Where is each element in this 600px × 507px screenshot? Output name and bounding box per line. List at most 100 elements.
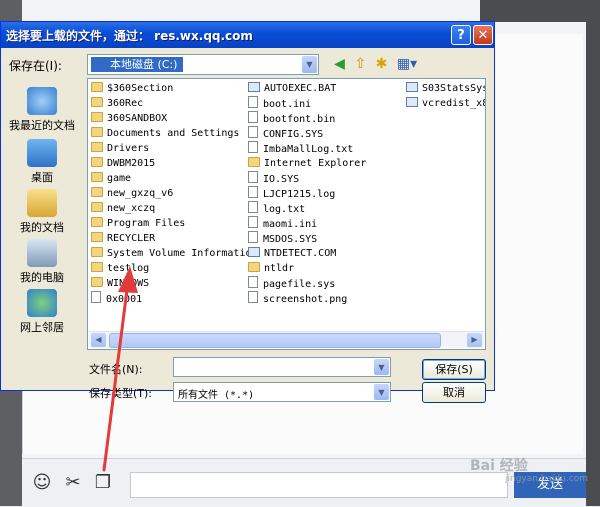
file-item[interactable]: vcredist_x86 [406,96,485,111]
file-name: boot.ini [263,99,312,110]
file-item[interactable]: $360Section [91,81,258,96]
save-in-dropdown[interactable]: 本地磁盘 (C:) ▼ [87,54,319,75]
watermark-sub: jingyan.baidu.com [505,474,589,484]
folder-icon [248,262,260,272]
file-item[interactable]: game [91,171,258,186]
file-item[interactable]: Drivers [91,141,258,156]
file-item[interactable]: NTDETECT.COM [248,246,366,261]
file-name: 360Rec [107,98,144,109]
scroll-right-icon[interactable]: ▶ [467,333,482,347]
file-item[interactable]: Documents and Settings [91,126,258,141]
file-item[interactable]: ntldr [248,261,366,276]
file-name: 0x0001 [106,294,143,305]
place-my-computer[interactable]: 我的电脑 [5,239,79,285]
file-icon [248,231,258,243]
file-column-1: $360Section 360Rec 360SANDBOX Documents and… [91,81,258,306]
file-item[interactable]: screenshot.png [248,291,366,306]
filename-input[interactable]: ▼ [173,357,391,377]
file-item[interactable]: MSDOS.SYS [248,231,366,246]
scrollbar-thumb[interactable] [109,333,441,348]
desktop-icon [27,139,57,167]
place-my-documents[interactable]: 我的文档 [5,189,79,235]
file-item[interactable]: LJCP1215.log [248,186,366,201]
file-item[interactable]: Internet Explorer [248,156,366,171]
file-name: CONFIG.SYS [263,129,324,140]
place-desktop[interactable]: 桌面 [5,139,79,185]
file-name: WINDOWS [107,278,150,289]
scroll-left-icon[interactable]: ◀ [91,333,106,347]
chevron-down-icon[interactable]: ▼ [302,56,317,73]
chat-input[interactable] [130,472,508,498]
view-menu-icon[interactable]: ▦▾ [396,56,418,73]
file-icon [406,82,418,92]
file-item[interactable]: boot.ini [248,96,366,111]
window-icon[interactable]: ❐ [92,472,114,494]
screenshot-icon[interactable]: ✂ [62,472,84,494]
file-icon [248,201,258,213]
file-item[interactable]: bootfont.bin [248,111,366,126]
smile-icon[interactable]: ☺ [31,472,53,494]
cancel-button[interactable]: 取消 [422,382,486,403]
file-name: RECYCLER [107,233,156,244]
file-item[interactable]: CONFIG.SYS [248,126,366,141]
new-folder-icon[interactable]: ✱ [373,56,390,73]
place-recent[interactable]: 我最近的文档 [5,87,79,133]
file-icon [406,97,418,107]
file-item[interactable]: AUTOEXEC.BAT [248,81,366,96]
file-column-3: S03StatsSyst vcredist_x86 [406,81,485,111]
up-folder-icon[interactable]: ⇧ [352,56,369,73]
place-label: 桌面 [31,171,53,184]
back-icon[interactable]: ◀ [331,56,348,73]
file-list[interactable]: $360Section 360Rec 360SANDBOX Documents and… [87,78,486,350]
file-item[interactable]: log.txt [248,201,366,216]
folder-icon [91,232,103,242]
file-name: game [107,173,132,184]
file-icon [248,82,260,92]
file-name: testlog [107,263,150,274]
my-computer-icon [27,239,57,267]
file-item[interactable]: new_gxzq_v6 [91,186,258,201]
file-item[interactable]: System Volume Information [91,246,258,261]
folder-icon [91,97,103,107]
filename-label: 文件名(N): [89,363,143,376]
folder-icon [91,157,103,167]
place-label: 我最近的文档 [9,119,75,132]
file-column-2: AUTOEXEC.BAT boot.ini bootfont.bin CONFIG.S… [248,81,366,306]
file-item[interactable]: Program Files [91,216,258,231]
file-name: MSDOS.SYS [263,234,318,245]
file-name: DWBM2015 [107,158,156,169]
horizontal-scrollbar[interactable]: ◀ ▶ [89,331,484,348]
file-item[interactable]: WINDOWS [91,276,258,291]
file-name: vcredist_x86 [422,98,485,109]
file-item[interactable]: testlog [91,261,258,276]
file-item[interactable]: ImbaMallLog.txt [248,141,366,156]
file-name: maomi.ini [263,219,318,230]
file-item[interactable]: S03StatsSyst [406,81,485,96]
file-item[interactable]: IO.SYS [248,171,366,186]
folder-icon [91,202,103,212]
file-name: new_xczq [107,203,156,214]
folder-icon [91,142,103,152]
file-item[interactable]: RECYCLER [91,231,258,246]
chevron-down-icon[interactable]: ▼ [374,359,389,375]
close-button[interactable]: ✕ [473,25,493,45]
file-name: Drivers [107,143,150,154]
file-icon [248,216,258,228]
chevron-down-icon[interactable]: ▼ [374,384,389,400]
help-button[interactable]: ? [451,25,471,45]
file-name: 360SANDBOX [107,113,168,124]
place-network[interactable]: 网上邻居 [5,289,79,335]
dialog-titlebar[interactable]: 选择要上载的文件，通过： res.wx.qq.com ? ✕ [1,22,494,48]
file-item[interactable]: DWBM2015 [91,156,258,171]
file-item[interactable]: 360Rec [91,96,258,111]
file-item[interactable]: 360SANDBOX [91,111,258,126]
file-item[interactable]: 0x0001 [91,291,258,306]
save-in-selected: 本地磁盘 (C:) [91,57,183,72]
file-item[interactable]: new_xczq [91,201,258,216]
file-item[interactable]: pagefile.sys [248,276,366,291]
filetype-dropdown[interactable]: 所有文件 (*.*) ▼ [173,382,391,402]
upload-file-dialog: 选择要上载的文件，通过： res.wx.qq.com ? ✕ 保存在(I): 本… [0,21,495,403]
file-item[interactable]: maomi.ini [248,216,366,231]
save-button[interactable]: 保存(S) [422,359,486,380]
my-documents-icon [27,189,57,217]
